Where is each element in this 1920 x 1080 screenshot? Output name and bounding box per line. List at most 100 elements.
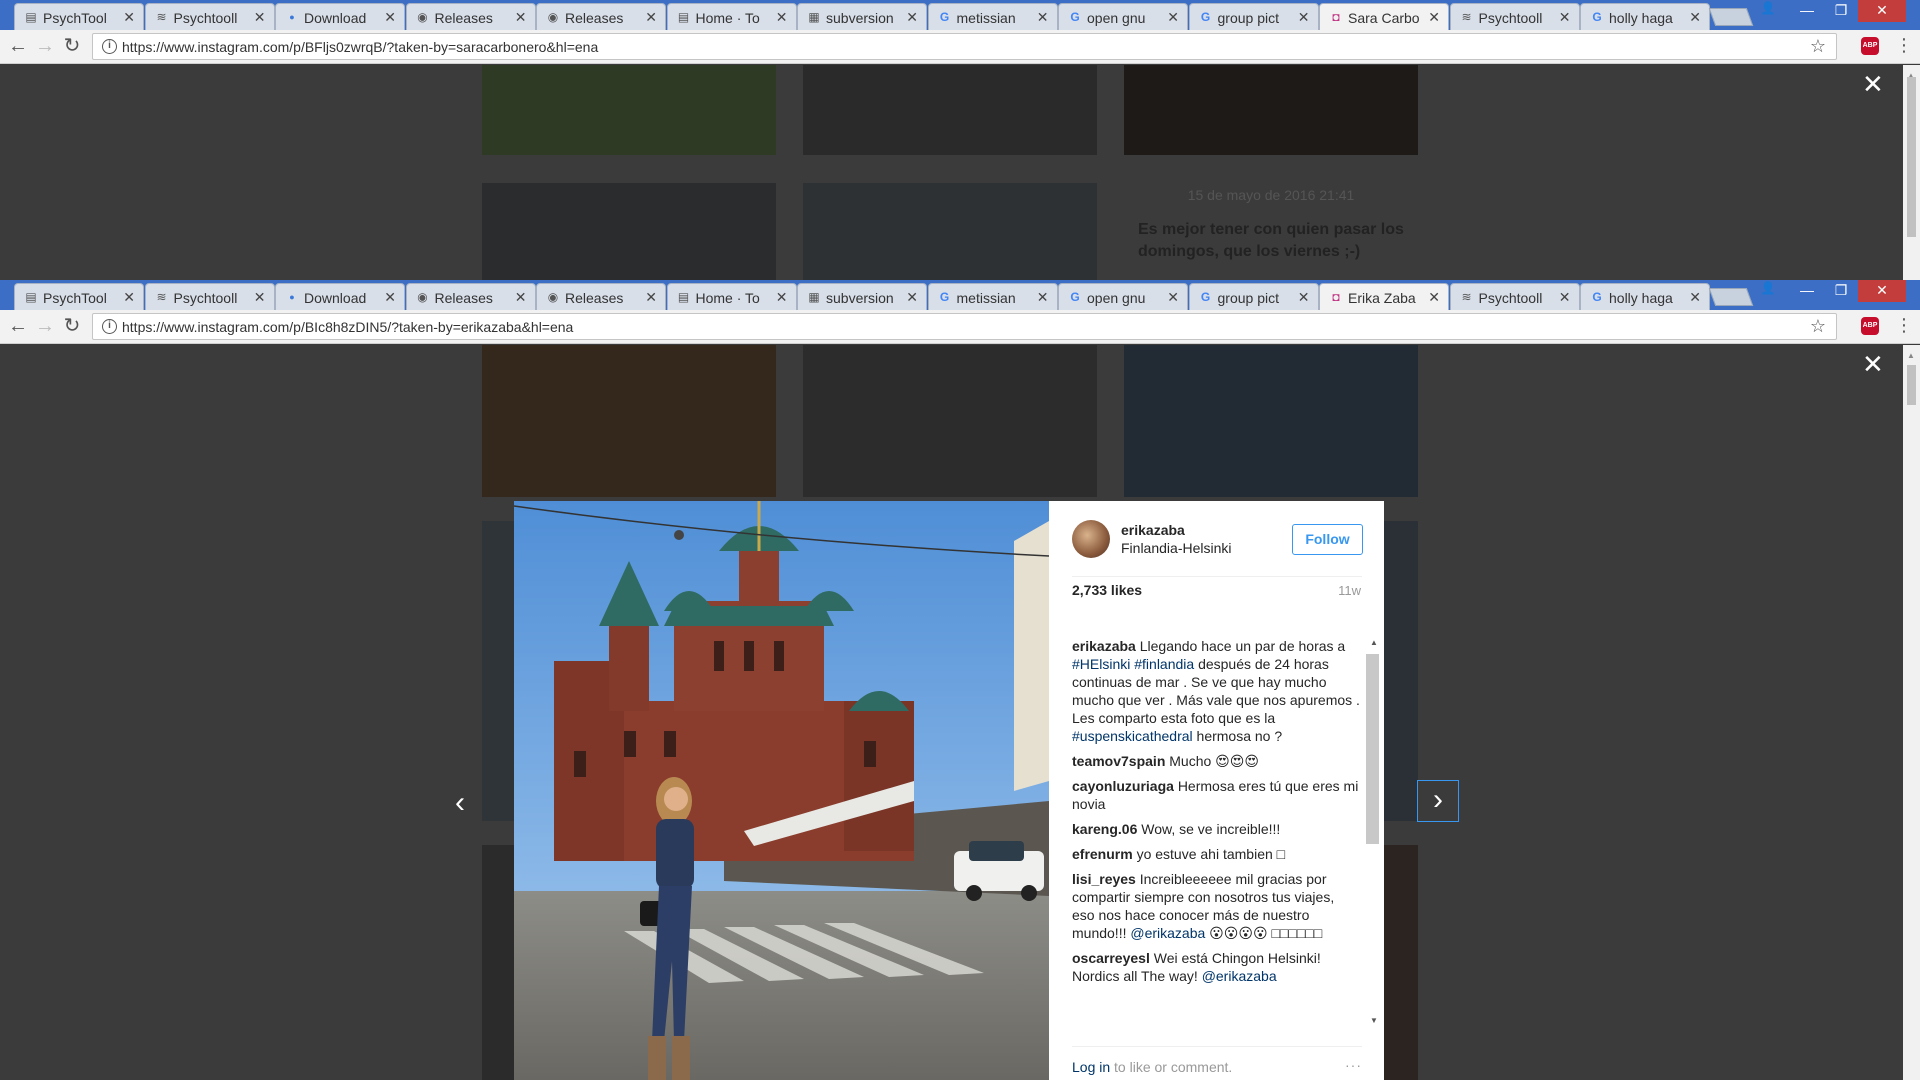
browser-tab[interactable]: ◘ Erika Zaba ✕: [1319, 283, 1449, 310]
reload-icon[interactable]: ↻: [60, 35, 84, 59]
grid-text-post[interactable]: 15 de mayo de 2016 21:41 Es mejor tener …: [1124, 183, 1418, 282]
tab-close-icon[interactable]: ✕: [776, 289, 788, 306]
comments-scroll-up-icon[interactable]: ▲: [1370, 638, 1378, 647]
adblock-icon[interactable]: ABP: [1861, 317, 1879, 335]
browser-tab[interactable]: Gopen gnu ✕: [1058, 3, 1188, 30]
browser-tab[interactable]: ● Download ✕: [275, 283, 405, 310]
more-options-icon[interactable]: ···: [1345, 1057, 1362, 1073]
comments-list[interactable]: erikazaba Llegando hace un par de horas …: [1072, 637, 1360, 1042]
browser-tab[interactable]: ● Download ✕: [275, 3, 405, 30]
tab-close-icon[interactable]: ✕: [1037, 9, 1049, 26]
browser-tab[interactable]: ◘ Sara Carbo ✕: [1319, 3, 1449, 30]
tab-close-icon[interactable]: ✕: [515, 289, 527, 306]
tab-close-icon[interactable]: ✕: [1428, 9, 1440, 26]
browser-tab[interactable]: Gholly haga ✕: [1580, 283, 1710, 310]
post-username[interactable]: erikazaba: [1121, 522, 1185, 538]
scroll-thumb[interactable]: [1907, 365, 1916, 405]
restore-button[interactable]: ❐: [1824, 280, 1858, 302]
hashtag-link[interactable]: @erikazaba: [1202, 968, 1277, 984]
comment-username[interactable]: lisi_reyes: [1072, 871, 1140, 887]
tab-close-icon[interactable]: ✕: [123, 289, 135, 306]
post-time-ago[interactable]: 11w: [1338, 583, 1361, 598]
back-icon[interactable]: ←: [6, 35, 30, 59]
browser-tab[interactable]: ◉ Releases ✕: [405, 3, 536, 30]
comment-username[interactable]: cayonluzuriaga: [1072, 778, 1178, 794]
tab-close-icon[interactable]: ✕: [1037, 289, 1049, 306]
grid-photo[interactable]: [803, 183, 1097, 282]
tab-close-icon[interactable]: ✕: [645, 9, 657, 26]
restore-button[interactable]: ❐: [1824, 0, 1858, 22]
browser-tab[interactable]: Gmetissian ✕: [927, 283, 1058, 310]
tab-close-icon[interactable]: ✕: [1298, 9, 1310, 26]
browser-tab[interactable]: ◉ Releases ✕: [536, 283, 666, 310]
tab-close-icon[interactable]: ✕: [1559, 9, 1571, 26]
tab-close-icon[interactable]: ✕: [1559, 289, 1571, 306]
browser-tab[interactable]: ▤ PsychTool ✕: [14, 3, 144, 30]
tab-close-icon[interactable]: ✕: [906, 9, 918, 26]
menu-icon[interactable]: ⋮: [1895, 35, 1913, 56]
browser-tab[interactable]: ◉ Releases ✕: [536, 3, 666, 30]
minimize-button[interactable]: —: [1790, 280, 1824, 302]
browser-tab[interactable]: Gopen gnu ✕: [1058, 283, 1188, 310]
comment-username[interactable]: oscarreyesl: [1072, 950, 1154, 966]
previous-post-arrow-icon[interactable]: ‹: [455, 786, 465, 820]
tab-close-icon[interactable]: ✕: [515, 9, 527, 26]
tab-close-icon[interactable]: ✕: [123, 9, 135, 26]
reload-icon[interactable]: ↻: [60, 315, 84, 339]
tab-close-icon[interactable]: ✕: [1298, 289, 1310, 306]
next-post-arrow-icon[interactable]: ›: [1417, 780, 1459, 822]
browser-tab[interactable]: ▤ Home · To ✕: [666, 283, 797, 310]
adblock-icon[interactable]: ABP: [1861, 37, 1879, 55]
hashtag-link[interactable]: #HElsinki: [1072, 656, 1130, 672]
back-icon[interactable]: ←: [6, 315, 30, 339]
grid-photo[interactable]: [482, 183, 776, 282]
address-bar[interactable]: i https://www.instagram.com/p/BFljs0zwrq…: [92, 33, 1837, 60]
tab-close-icon[interactable]: ✕: [1428, 289, 1440, 306]
comment-username[interactable]: efrenurm: [1072, 846, 1137, 862]
tab-close-icon[interactable]: ✕: [1167, 289, 1179, 306]
comments-scroll-thumb[interactable]: [1366, 654, 1379, 844]
browser-tab[interactable]: ≋ Psychtooll ✕: [1449, 3, 1580, 30]
likes-count[interactable]: 2,733 likes: [1072, 582, 1142, 598]
hashtag-link[interactable]: #uspenskicathedral: [1072, 728, 1193, 744]
browser-tab[interactable]: Ggroup pict ✕: [1188, 3, 1319, 30]
tab-close-icon[interactable]: ✕: [1167, 9, 1179, 26]
page-scrollbar[interactable]: ▲: [1903, 345, 1920, 1080]
minimize-button[interactable]: —: [1790, 0, 1824, 22]
scroll-thumb[interactable]: [1907, 77, 1916, 237]
grid-photo[interactable]: [1124, 65, 1418, 155]
browser-tab[interactable]: ▦ subversion ✕: [797, 283, 927, 310]
browser-tab[interactable]: ▤ Home · To ✕: [666, 3, 797, 30]
comments-scroll-down-icon[interactable]: ▼: [1370, 1016, 1378, 1025]
close-icon[interactable]: ✕: [1862, 69, 1884, 100]
tab-close-icon[interactable]: ✕: [1689, 9, 1701, 26]
post-photo[interactable]: [514, 501, 1049, 1080]
new-tab-button[interactable]: [1708, 288, 1754, 306]
login-link[interactable]: Log in: [1072, 1059, 1110, 1075]
tab-close-icon[interactable]: ✕: [254, 289, 266, 306]
comment-username[interactable]: teamov7spain: [1072, 753, 1169, 769]
browser-tab[interactable]: ≋ Psychtooll ✕: [144, 283, 275, 310]
info-icon[interactable]: i: [102, 39, 117, 54]
browser-tab[interactable]: ≋ Psychtooll ✕: [144, 3, 275, 30]
browser-tab[interactable]: Ggroup pict ✕: [1188, 283, 1319, 310]
grid-photo[interactable]: [482, 345, 776, 497]
bookmark-star-icon[interactable]: ☆: [1810, 316, 1826, 337]
address-bar[interactable]: i https://www.instagram.com/p/BIc8h8zDIN…: [92, 313, 1837, 340]
new-tab-button[interactable]: [1708, 8, 1754, 26]
tab-close-icon[interactable]: ✕: [254, 9, 266, 26]
grid-photo[interactable]: [803, 345, 1097, 497]
browser-tab[interactable]: ▦ subversion ✕: [797, 3, 927, 30]
post-location[interactable]: Finlandia-Helsinki: [1121, 540, 1232, 556]
bookmark-star-icon[interactable]: ☆: [1810, 36, 1826, 57]
info-icon[interactable]: i: [102, 319, 117, 334]
browser-tab[interactable]: Gmetissian ✕: [927, 3, 1058, 30]
page-scrollbar[interactable]: ▲: [1903, 65, 1920, 282]
browser-tab[interactable]: ▤ PsychTool ✕: [14, 283, 144, 310]
hashtag-link[interactable]: @erikazaba: [1130, 925, 1205, 941]
window-close-button[interactable]: ✕: [1858, 280, 1906, 302]
tab-close-icon[interactable]: ✕: [1689, 289, 1701, 306]
forward-icon[interactable]: →: [33, 35, 57, 59]
grid-photo[interactable]: [803, 65, 1097, 155]
forward-icon[interactable]: →: [33, 315, 57, 339]
